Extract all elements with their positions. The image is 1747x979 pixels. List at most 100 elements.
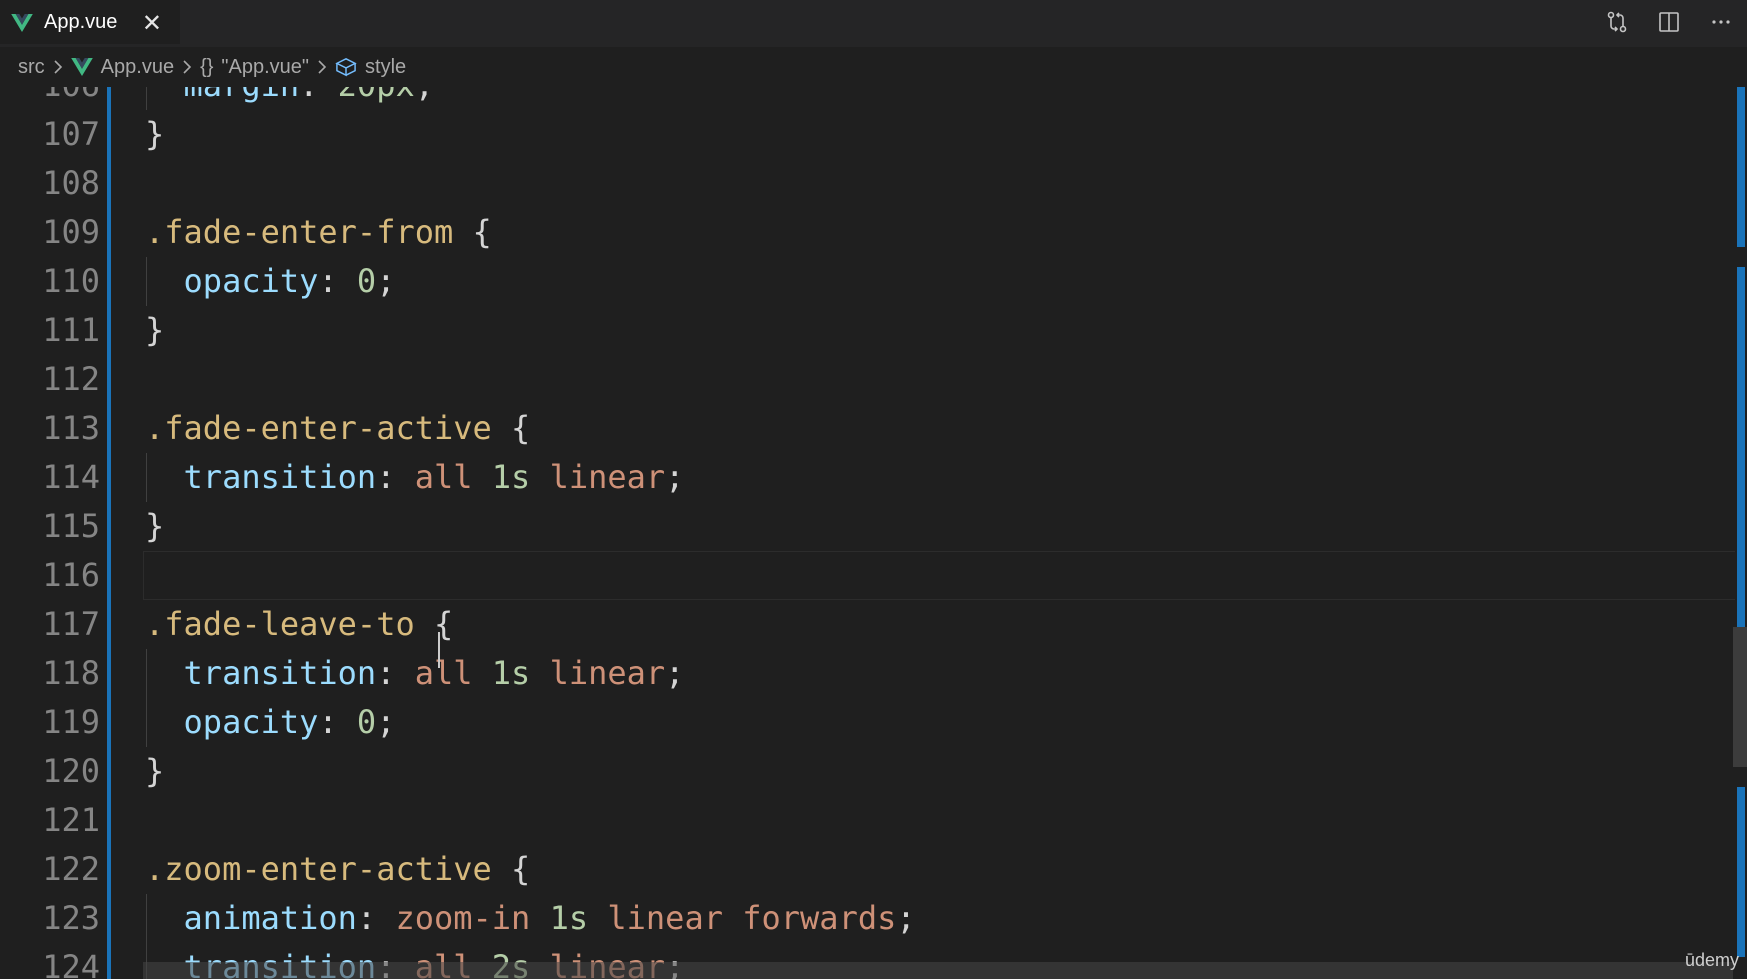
code-line[interactable]: 114 transition: all 1s linear; <box>0 453 1735 502</box>
code-token: { <box>414 605 454 643</box>
line-number: 113 <box>42 409 100 447</box>
breadcrumb-src[interactable]: src <box>18 56 45 79</box>
horizontal-scrollbar[interactable] <box>143 962 1733 979</box>
line-number: 110 <box>42 262 100 300</box>
code-line[interactable]: 109 .fade-enter-from { <box>0 208 1735 257</box>
code-line[interactable]: 113 .fade-enter-active { <box>0 404 1735 453</box>
code-token: all <box>414 458 473 496</box>
current-line-highlight <box>143 551 1735 600</box>
breadcrumb-object-label: "App.vue" <box>221 55 310 78</box>
mouse-cursor <box>438 632 440 668</box>
close-icon[interactable]: ✕ <box>142 11 162 35</box>
line-number: 117 <box>42 605 100 643</box>
code-line[interactable]: 123 animation: zoom-in 1s linear forward… <box>0 894 1735 943</box>
tab-label: App.vue <box>44 11 118 33</box>
code-token: margin <box>184 87 300 104</box>
code-token: 0 <box>356 703 377 741</box>
code-text: } <box>145 110 164 159</box>
breadcrumb-file-label: App.vue <box>100 55 175 78</box>
code-token: : <box>376 654 415 692</box>
scrollbar-change-marker <box>1737 87 1745 247</box>
code-token: opacity <box>183 703 319 741</box>
breadcrumb-symbol[interactable]: style <box>335 56 406 79</box>
code-token: ; <box>415 87 434 104</box>
code-token: .zoom-enter-active <box>145 850 492 888</box>
code-line[interactable]: 121 <box>0 796 1735 845</box>
line-number: 108 <box>42 164 100 202</box>
code-text: transition: all 1s linear; <box>145 453 685 502</box>
tab-app-vue[interactable]: App.vue ✕ <box>0 0 180 44</box>
code-line[interactable]: 118 transition: all 1s linear; <box>0 649 1735 698</box>
code-token: ; <box>376 703 396 741</box>
code-line[interactable]: 107} <box>0 110 1735 159</box>
code-token: linear <box>549 654 666 692</box>
code-token: all <box>414 654 473 692</box>
scrollbar-change-marker <box>1737 787 1745 957</box>
line-number: 119 <box>42 703 100 741</box>
line-number: 109 <box>42 213 100 251</box>
line-number: 121 <box>42 801 100 839</box>
line-number: 124 <box>42 948 100 979</box>
scrollbar-thumb[interactable] <box>1733 627 1747 767</box>
code-token: 0 <box>356 262 377 300</box>
udemy-watermark: ūdemy <box>1684 950 1739 970</box>
code-text: } <box>145 502 164 551</box>
scrollbar-change-marker <box>1737 267 1745 687</box>
line-number: 106 <box>0 87 100 110</box>
code-text: margin: 20px; <box>145 87 434 110</box>
editor-tab-bar: App.vue ✕ <box>0 0 1747 47</box>
code-token: : <box>376 458 415 496</box>
code-token: : <box>299 87 338 104</box>
breadcrumb-object[interactable]: {} "App.vue" <box>200 56 309 79</box>
code-token: transition <box>183 458 377 496</box>
code-line[interactable]: 106 margin: 20px; <box>0 87 1735 110</box>
code-token: 1s <box>491 458 531 496</box>
code-token: animation <box>183 899 357 937</box>
breadcrumb-symbol-label: style <box>365 55 407 78</box>
code-token: opacity <box>183 262 319 300</box>
code-text: } <box>145 747 164 796</box>
code-line[interactable]: 122 .zoom-enter-active { <box>0 845 1735 894</box>
code-text: animation: zoom-in 1s linear forwards; <box>145 894 916 943</box>
chevron-right-icon <box>317 59 327 75</box>
code-line[interactable]: 115} <box>0 502 1735 551</box>
open-changes-icon[interactable] <box>1591 0 1643 44</box>
code-token: ; <box>896 899 916 937</box>
code-text: .fade-leave-to { <box>145 600 453 649</box>
code-line[interactable]: 112 <box>0 355 1735 404</box>
code-token: : <box>356 899 396 937</box>
code-line[interactable]: 110 opacity: 0; <box>0 257 1735 306</box>
vue-logo-icon <box>11 13 33 32</box>
code-token: zoom-in <box>395 899 531 937</box>
line-number: 111 <box>42 311 100 349</box>
vue-logo-icon <box>70 58 93 76</box>
vertical-scrollbar[interactable] <box>1733 87 1747 979</box>
code-line[interactable]: 116 <box>0 551 1735 600</box>
code-text: .zoom-enter-active { <box>145 845 530 894</box>
code-line[interactable]: 108 <box>0 159 1735 208</box>
editor-actions <box>1591 0 1747 44</box>
code-token: : <box>318 262 357 300</box>
code-token: } <box>145 507 165 545</box>
code-line[interactable]: 120} <box>0 747 1735 796</box>
code-text: opacity: 0; <box>145 698 396 747</box>
code-line[interactable]: 111} <box>0 306 1735 355</box>
code-line[interactable]: 119 opacity: 0; <box>0 698 1735 747</box>
code-editor[interactable]: 106 margin: 20px;107} 108 109.fade-enter-f… <box>0 87 1747 979</box>
breadcrumb-file[interactable]: App.vue <box>70 55 175 79</box>
code-text: } <box>145 306 164 355</box>
code-line[interactable]: 117 .fade-leave-to { <box>0 600 1735 649</box>
code-token: { <box>491 409 531 447</box>
code-token: linear <box>607 899 723 937</box>
split-editor-icon[interactable] <box>1643 0 1695 44</box>
more-actions-icon[interactable] <box>1695 0 1747 44</box>
line-number: 120 <box>42 752 100 790</box>
code-text: opacity: 0; <box>145 257 396 306</box>
